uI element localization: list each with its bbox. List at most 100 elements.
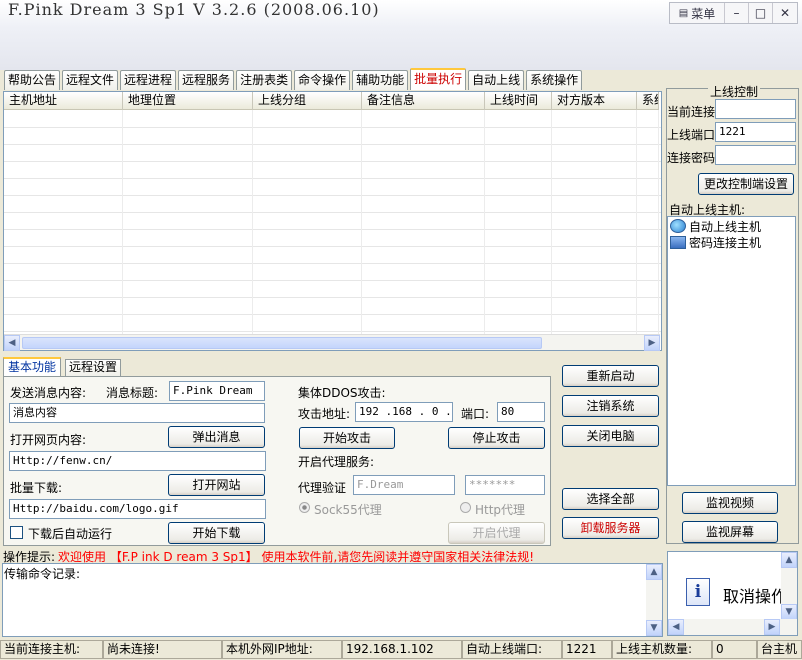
maximize-button[interactable]: □ [749, 3, 773, 23]
scroll-up-icon[interactable]: ▲ [646, 564, 662, 580]
web-url-input[interactable]: Http://fenw.cn/ [9, 451, 266, 471]
grid-line [4, 161, 661, 162]
list-icon: ▤ [678, 7, 689, 19]
tab-4[interactable]: 注册表类 [236, 70, 293, 90]
grid-line [4, 314, 661, 315]
online-control-title: 上线控制 [708, 83, 761, 100]
http-label: Http代理 [475, 503, 526, 517]
password-field[interactable] [715, 145, 796, 165]
host-tree[interactable]: 自动上线主机 密码连接主机 [667, 216, 796, 486]
monitor-screen-button[interactable]: 监视屏幕 [682, 521, 778, 543]
open-site-button[interactable]: 打开网站 [168, 474, 265, 496]
scroll-left-icon[interactable]: ◀ [668, 619, 684, 635]
scroll-down-icon[interactable]: ▼ [646, 620, 662, 636]
column-header[interactable]: 上线分组 [253, 92, 362, 110]
scroll-down-icon[interactable]: ▼ [781, 604, 797, 620]
popup-msg-button[interactable]: 弹出消息 [168, 426, 265, 448]
shutdown-button[interactable]: 关闭电脑 [562, 425, 659, 447]
proxy-user-input[interactable]: F.Dream [353, 475, 455, 495]
scroll-up-icon[interactable]: ▲ [781, 552, 797, 568]
tab-3[interactable]: 远程服务 [178, 70, 235, 90]
close-button[interactable]: ✕ [773, 3, 797, 23]
uninstall-server-button[interactable]: 卸载服务器 [562, 517, 659, 539]
subtab-remote[interactable]: 远程设置 [65, 359, 122, 376]
tab-8[interactable]: 自动上线 [468, 70, 525, 90]
tab-5[interactable]: 命令操作 [294, 70, 351, 90]
proxy-auth-label: 代理验证 [298, 481, 347, 495]
grid-column-line [551, 110, 552, 350]
start-proxy-button[interactable]: 开启代理 [448, 522, 545, 544]
column-header[interactable]: 备注信息 [362, 92, 485, 110]
tab-9[interactable]: 系统操作 [526, 70, 583, 90]
current-conn-field[interactable] [715, 99, 796, 119]
ddos-label: 集体DDOS攻击: [298, 386, 386, 400]
grid-line [4, 178, 661, 179]
scroll-thumb[interactable] [22, 337, 542, 349]
grid-column-line [658, 110, 659, 350]
column-header[interactable]: 对方版本 [552, 92, 637, 110]
socks-radio[interactable] [299, 502, 310, 513]
cancel-vscroll[interactable]: ▲ ▼ [781, 552, 797, 620]
select-all-button[interactable]: 选择全部 [562, 488, 659, 510]
column-header[interactable]: 主机地址 [4, 92, 123, 110]
restart-button[interactable]: 重新启动 [562, 365, 659, 387]
download-url-input[interactable]: Http://baidu.com/logo.gif [9, 499, 266, 519]
subtab-basic[interactable]: 基本功能 [3, 357, 62, 376]
monitor-video-button[interactable]: 监视视频 [682, 492, 778, 514]
password-label: 连接密码 [667, 151, 716, 165]
table-hscrollbar[interactable]: ◀ ▶ [4, 334, 660, 351]
window-controls: ▤ 菜单 – □ ✕ [669, 2, 798, 24]
log-vscrollbar[interactable]: ▲ ▼ [646, 564, 662, 636]
logoff-button[interactable]: 注销系统 [562, 395, 659, 417]
proxy-pass-input[interactable]: ******* [465, 475, 545, 495]
table-header: 主机地址地理位置上线分组备注信息上线时间对方版本系统 [4, 92, 659, 110]
main-tabs: 帮助公告 远程文件 远程进程 远程服务 注册表类 命令操作 辅助功能 批量执行 自动上线 系统操作 [4, 68, 584, 90]
tree-item-label: 密码连接主机 [689, 235, 762, 250]
cancel-hscroll[interactable]: ◀ ▶ [668, 619, 797, 635]
auto-run-checkbox[interactable] [10, 526, 23, 539]
stop-attack-button[interactable]: 停止攻击 [448, 427, 545, 449]
scroll-right-icon[interactable]: ▶ [764, 619, 780, 635]
socks-label: Sock55代理 [314, 503, 382, 517]
command-log[interactable]: 传输命令记录: ▲ ▼ [2, 563, 663, 637]
tree-item-label: 自动上线主机 [689, 219, 762, 234]
column-header[interactable]: 系统 [637, 92, 659, 110]
menu-button[interactable]: ▤ 菜单 [670, 3, 725, 23]
tree-item-auto[interactable]: 自动上线主机 [670, 218, 761, 234]
log-label: 传输命令记录: [4, 567, 81, 581]
status-count-label: 上线主机数量: [612, 640, 712, 659]
tree-item-password[interactable]: 密码连接主机 [670, 234, 761, 250]
proxy-label: 开启代理服务: [298, 455, 375, 469]
tab-2[interactable]: 远程进程 [120, 70, 177, 90]
minimize-button[interactable]: – [725, 3, 749, 23]
scroll-left-icon[interactable]: ◀ [4, 335, 20, 351]
msg-title-input[interactable]: F.Pink Dream [169, 381, 265, 401]
msg-content-input[interactable]: 消息内容 [9, 403, 265, 423]
port-field[interactable]: 1221 [715, 122, 796, 142]
scroll-right-icon[interactable]: ▶ [644, 335, 660, 351]
column-header[interactable]: 上线时间 [485, 92, 552, 110]
attack-port-label: 端口: [461, 407, 490, 421]
grid-column-line [636, 110, 637, 350]
http-radio[interactable] [460, 502, 471, 513]
change-settings-button[interactable]: 更改控制端设置 [698, 173, 794, 195]
attack-port-input[interactable]: 80 [497, 402, 545, 422]
host-table[interactable]: 主机地址地理位置上线分组备注信息上线时间对方版本系统 [3, 91, 662, 351]
attack-addr-input[interactable]: 192 .168 . 0 . 1 [355, 402, 453, 422]
msg-title-label: 消息标题: [106, 386, 159, 400]
status-auto-port-value: 1221 [562, 640, 612, 659]
tab-0[interactable]: 帮助公告 [4, 70, 61, 90]
tab-6[interactable]: 辅助功能 [352, 70, 409, 90]
grid-column-line [122, 110, 123, 350]
start-attack-button[interactable]: 开始攻击 [299, 427, 395, 449]
cancel-op-text: 取消操作 [723, 587, 788, 606]
start-download-button[interactable]: 开始下载 [168, 522, 265, 544]
status-current-host-value: 尚未连接! [103, 640, 222, 659]
column-header[interactable]: 地理位置 [123, 92, 253, 110]
status-ip-label: 本机外网IP地址: [222, 640, 342, 659]
tab-7[interactable]: 批量执行 [410, 68, 467, 90]
tab-1[interactable]: 远程文件 [62, 70, 119, 90]
cancel-op-panel[interactable]: i 取消操作 ▲ ▼ ◀ ▶ [667, 551, 798, 636]
grid-line [4, 195, 661, 196]
grid-line [4, 229, 661, 230]
